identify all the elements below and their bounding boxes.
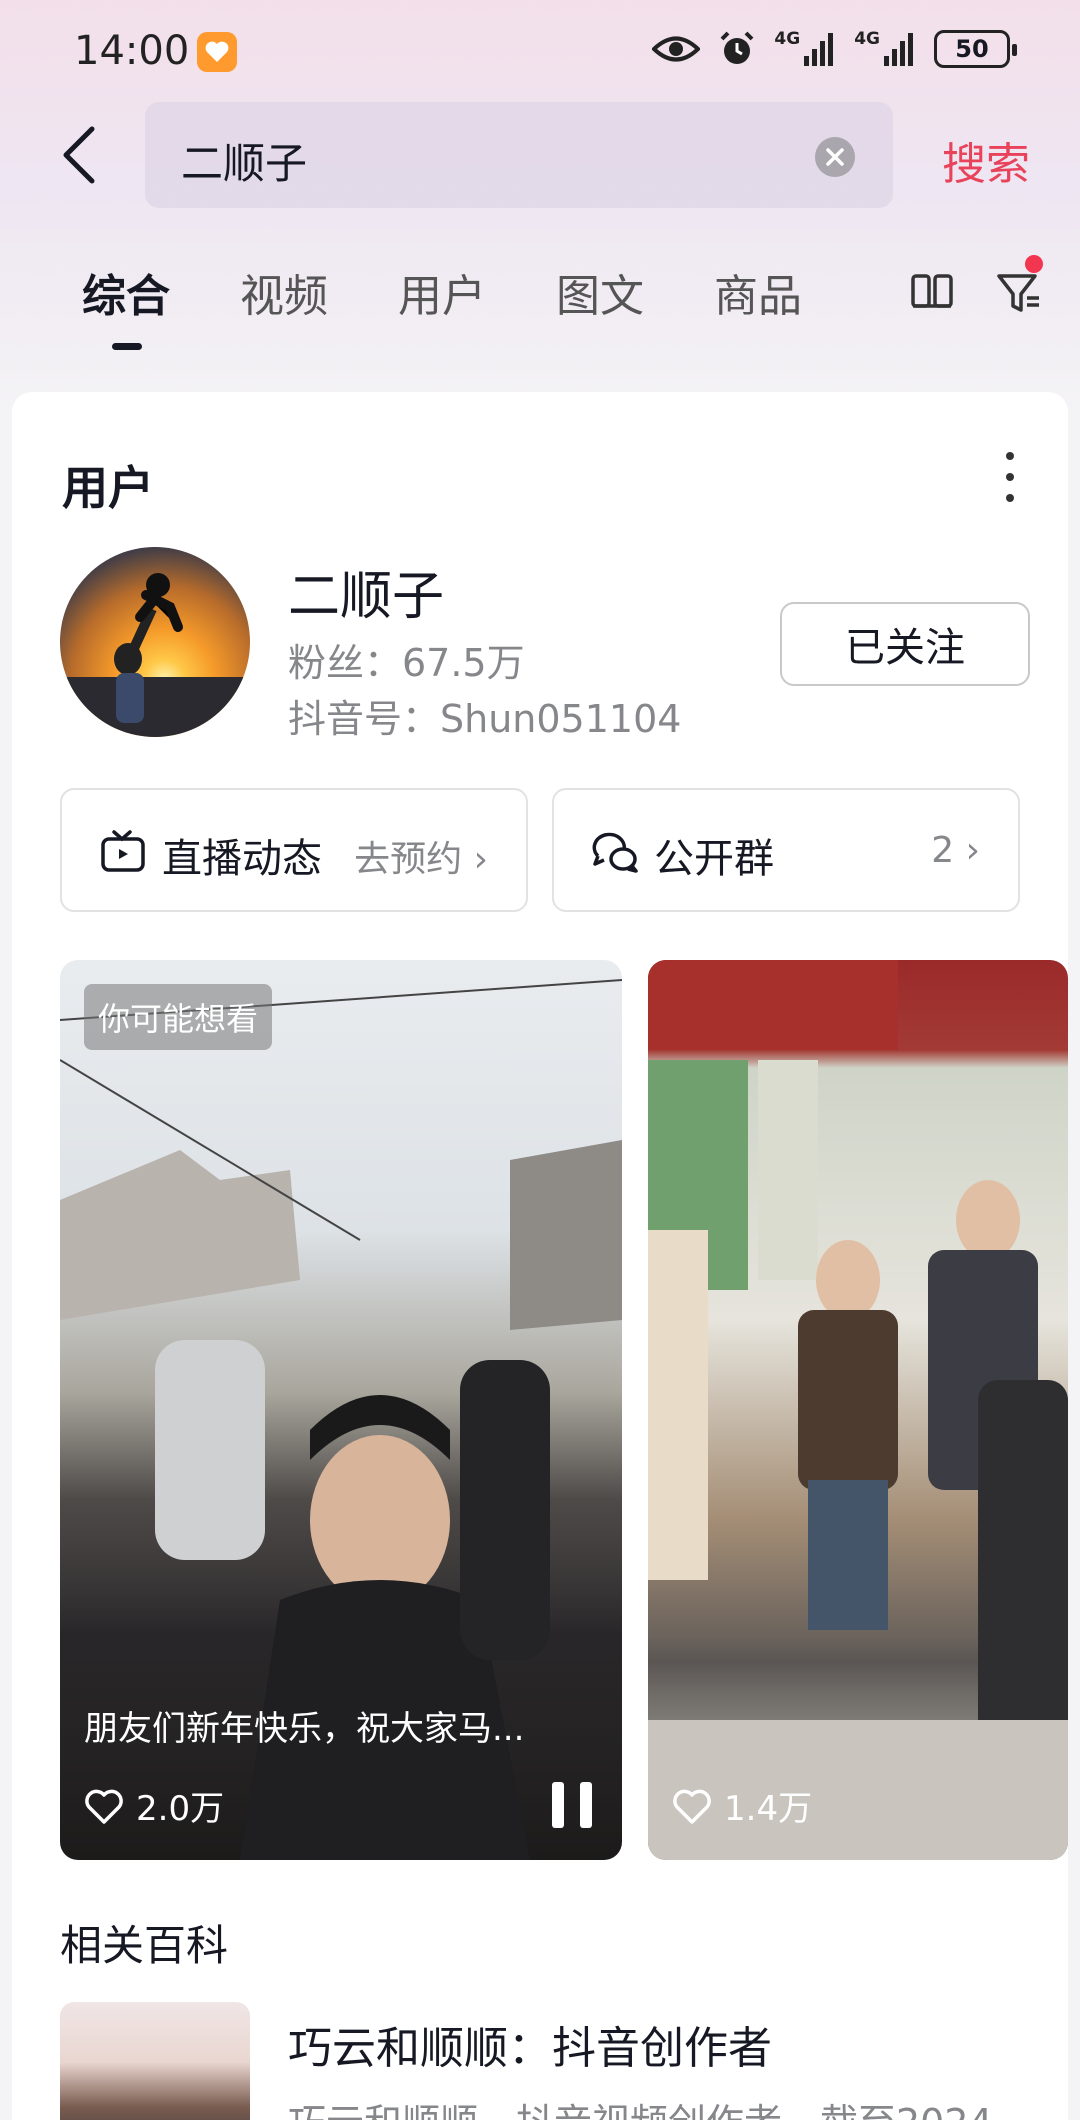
tab-general[interactable]: 综合 (82, 260, 170, 324)
video-caption: 朋友们新年快乐，祝大家马... (84, 1709, 525, 1749)
filter-notification-dot (1025, 255, 1043, 273)
status-icons: 4G 4G 50 (652, 29, 1017, 68)
heart-icon (673, 1789, 711, 1824)
live-reserve-label: 去预约 › (354, 839, 488, 880)
network-1-label: 4G (774, 29, 801, 49)
signal-1-icon: 4G (774, 29, 836, 66)
search-query[interactable]: 二顺子 (181, 130, 307, 191)
signal-2-icon: 4G (854, 29, 916, 66)
clear-icon[interactable] (815, 137, 855, 177)
user-fans: 粉丝：67.5万 (288, 641, 525, 685)
layout-toggle-icon[interactable] (910, 270, 954, 314)
pause-icon[interactable] (552, 1782, 592, 1828)
wiki-item-description: 巧云和顺顺，抖音视频创作者，截至2024 (288, 2092, 993, 2120)
tab-user[interactable]: 用户 (398, 260, 486, 324)
public-group-count: 2 › (931, 830, 980, 871)
user-douyin-id: 抖音号：Shun051104 (288, 697, 682, 741)
battery-icon: 50 (934, 30, 1017, 68)
follow-button[interactable]: 已关注 (780, 602, 1030, 686)
back-arrow-icon (63, 126, 95, 184)
live-status-label: 直播动态 (162, 836, 322, 882)
more-options-icon[interactable] (1000, 452, 1020, 502)
status-time: 14:00 (74, 28, 190, 74)
eye-icon (652, 34, 701, 64)
tv-icon (101, 830, 145, 872)
user-name[interactable]: 二顺子 (288, 554, 444, 629)
public-group-label: 公开群 (654, 836, 774, 882)
search-input[interactable]: 二顺子 (145, 102, 893, 208)
video-card[interactable]: 1.4万 (648, 960, 1068, 1860)
search-button[interactable]: 搜索 (942, 128, 1030, 192)
tab-image-text[interactable]: 图文 (556, 260, 644, 324)
wiki-item-title[interactable]: 巧云和顺顺：抖音创作者 (288, 2012, 772, 2076)
chat-bubbles-icon (592, 832, 638, 873)
wiki-section-title: 相关百科 (60, 1921, 229, 1970)
search-row: 二顺子 搜索 (0, 100, 1080, 210)
app-notification-icon (197, 32, 237, 72)
wiki-thumbnail[interactable] (60, 2002, 250, 2120)
tab-video[interactable]: 视频 (240, 260, 328, 324)
network-2-label: 4G (854, 29, 880, 49)
avatar[interactable] (60, 547, 250, 737)
back-button[interactable] (50, 120, 110, 190)
video-like-count: 2.0万 (136, 1789, 225, 1829)
video-likes: 1.4万 (672, 1781, 812, 1830)
public-group-button[interactable]: 公开群 2 › (552, 788, 1020, 912)
filter-icon[interactable] (995, 268, 1045, 318)
video-like-count: 1.4万 (724, 1789, 813, 1829)
tab-active-indicator (112, 343, 142, 350)
heart-icon (85, 1789, 123, 1824)
tab-product[interactable]: 商品 (714, 260, 802, 324)
video-likes: 2.0万 (84, 1781, 224, 1830)
status-bar: 14:00 4G 4G 50 (0, 0, 1080, 100)
user-section-title: 用户 (62, 461, 154, 515)
results-card: 用户 二顺子 粉丝：67.5万 抖音号：Shun051104 已关注 直播动态 … (12, 392, 1068, 2120)
video-carousel: 你可能想看 朋友们新年快乐，祝大家马... 2.0万 1.4万 (60, 960, 1068, 1860)
live-status-button[interactable]: 直播动态 去预约 › (60, 788, 528, 912)
recommend-tag: 你可能想看 (84, 984, 273, 1050)
video-card[interactable]: 你可能想看 朋友们新年快乐，祝大家马... 2.0万 (60, 960, 622, 1860)
search-tabs: 综合 视频 用户 图文 商品 (0, 250, 1080, 360)
alarm-icon (718, 30, 756, 68)
